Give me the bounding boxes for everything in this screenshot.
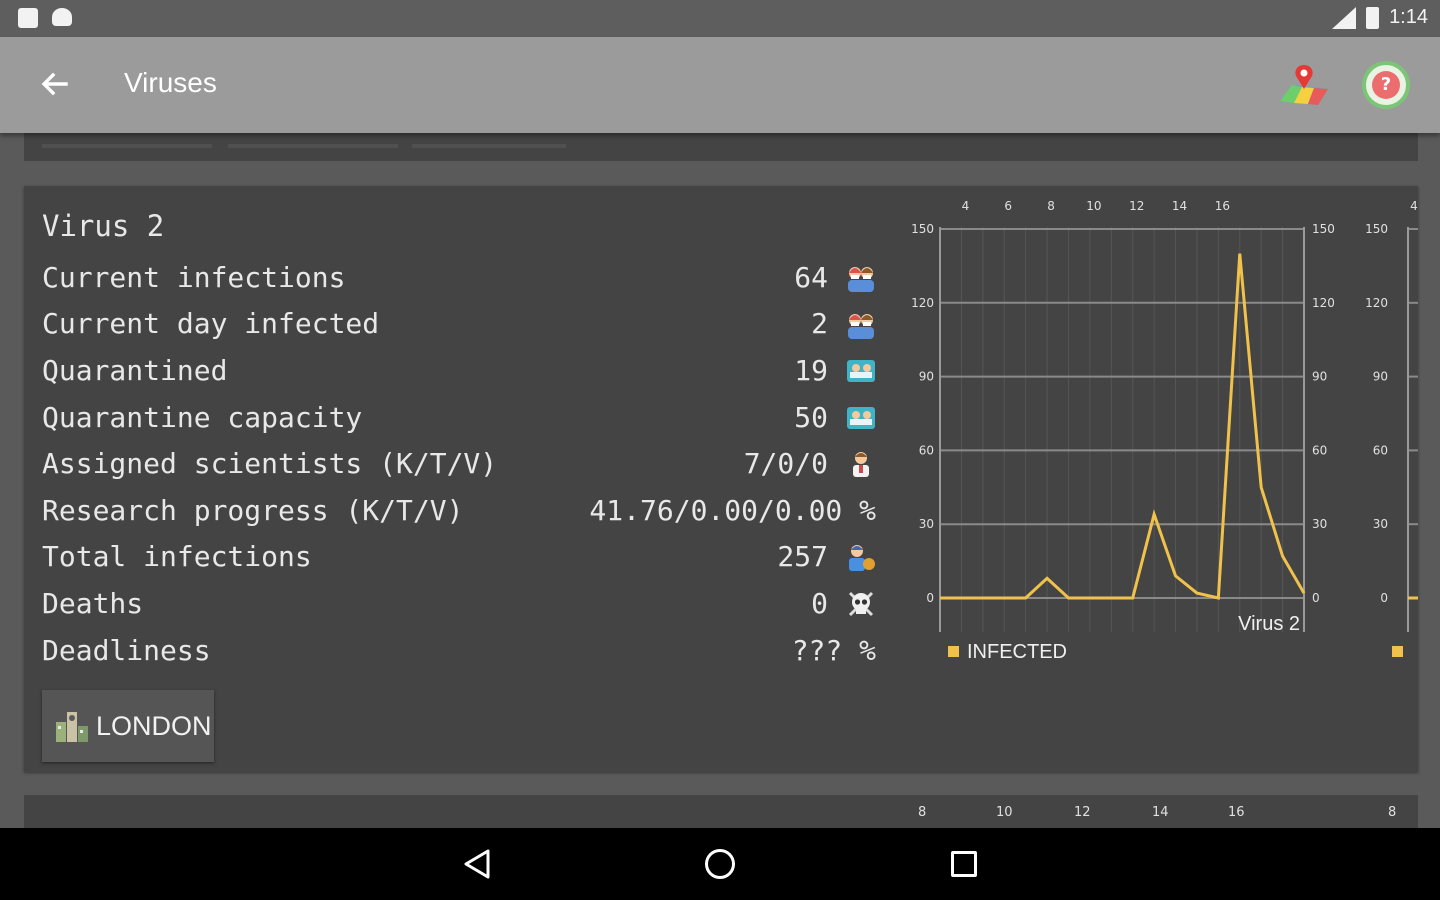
side-chart-x-tick: 4 (1410, 199, 1418, 213)
virus-card: Virus 2 Current infections 64 Current da… (24, 186, 1418, 772)
signal-icon (1330, 6, 1357, 29)
side-chart-y-tick: 120 (1365, 296, 1388, 310)
page-title: Viruses (124, 67, 217, 98)
map-icon[interactable] (1278, 63, 1330, 107)
scientist-icon (853, 452, 869, 478)
y-tick-label-left: 60 (919, 443, 934, 457)
chart-series-label: Virus 2 (1238, 613, 1300, 635)
city-icon (56, 712, 88, 742)
nav-home-icon[interactable] (705, 849, 735, 879)
next-card-x-tick: 14 (1152, 805, 1169, 820)
x-tick-label: 4 (962, 199, 970, 213)
legend-swatch (948, 646, 959, 657)
nav-back-icon[interactable] (462, 848, 492, 880)
virus-name: Virus 2 (42, 209, 165, 243)
previous-card (24, 133, 1418, 161)
side-chart-y-tick: 60 (1373, 443, 1388, 457)
x-tick-label: 16 (1215, 199, 1230, 213)
x-tick-label: 6 (1004, 199, 1012, 213)
navigation-bar (0, 828, 1440, 900)
notification-icon (18, 8, 38, 28)
y-tick-label-right: 120 (1312, 296, 1335, 310)
side-chart-y-tick: 90 (1373, 370, 1388, 384)
infected-series-line (940, 253, 1306, 600)
legend-label: INFECTED (967, 641, 1067, 663)
stat-row-current-day-infected: Current day infected 2 (42, 301, 882, 348)
quarantine-icon (847, 406, 875, 429)
stat-row-total-infections: Total infections 257 (42, 534, 882, 581)
stat-row-deaths: Deaths 0 (42, 580, 882, 627)
y-tick-label-right: 60 (1312, 443, 1327, 457)
y-tick-label-left: 0 (926, 591, 934, 605)
side-chart-y-tick: 150 (1365, 222, 1388, 236)
infection-chart: 0 0 30 30 60 60 90 90 120 120 150 150 4 6 8 10 12 14 16 Vir… (911, 199, 1418, 663)
city-button-label: LONDON (96, 710, 212, 741)
nav-recent-apps-icon[interactable] (951, 851, 977, 877)
app-bar: Viruses ? (0, 37, 1440, 133)
y-tick-label-right: 150 (1312, 222, 1335, 236)
total-infections-icon (849, 544, 875, 571)
virus-stats: Virus 2 Current infections 64 Current da… (42, 206, 882, 673)
y-tick-label-left: 90 (919, 370, 934, 384)
y-tick-label-right: 0 (1312, 591, 1320, 605)
next-card-x-tick: 16 (1228, 805, 1245, 820)
x-tick-label: 10 (1086, 199, 1101, 213)
stat-row-quarantine-capacity: Quarantine capacity 50 (42, 394, 882, 441)
next-card-x-tick: 10 (996, 805, 1013, 820)
status-bar: 1:14 (0, 0, 1440, 37)
y-tick-label-left: 150 (911, 222, 934, 236)
x-tick-label: 14 (1172, 199, 1187, 213)
stat-row-quarantined: Quarantined 19 (42, 347, 882, 394)
y-tick-label-left: 120 (911, 296, 934, 310)
back-arrow-icon[interactable] (36, 67, 72, 103)
next-card-x-tick: 12 (1074, 805, 1091, 820)
next-card-x-tick: 8 (918, 805, 927, 820)
side-chart-y-tick: 30 (1373, 517, 1388, 531)
x-tick-label: 8 (1047, 199, 1055, 213)
y-tick-label-left: 30 (919, 517, 934, 531)
battery-icon (1366, 6, 1380, 29)
next-card-x-tick: 8 (1388, 805, 1397, 820)
x-tick-label: 12 (1129, 199, 1144, 213)
city-london-button[interactable]: LONDON (42, 690, 214, 762)
infected-people-icon (848, 267, 874, 292)
android-icon (52, 8, 72, 26)
infected-people-icon (848, 313, 874, 339)
stat-row-current-infections: Current infections 64 (42, 254, 882, 301)
stat-row-deadliness: Deadliness ??? % (42, 633, 876, 667)
quarantine-icon (847, 360, 875, 383)
y-tick-label-right: 30 (1312, 517, 1327, 531)
side-chart-y-tick: 0 (1380, 591, 1388, 605)
stat-row-research-progress: Research progress (K/T/V) 41.76/0.00/0.0… (42, 493, 876, 527)
stat-row-assigned-scientists: Assigned scientists (K/T/V) 7/0/0 (42, 440, 882, 487)
side-chart-legend-swatch (1392, 646, 1403, 657)
status-time: 1:14 (1389, 6, 1428, 28)
help-icon[interactable]: ? (1362, 61, 1410, 109)
skull-icon (848, 592, 874, 617)
y-tick-label-right: 90 (1312, 370, 1327, 384)
